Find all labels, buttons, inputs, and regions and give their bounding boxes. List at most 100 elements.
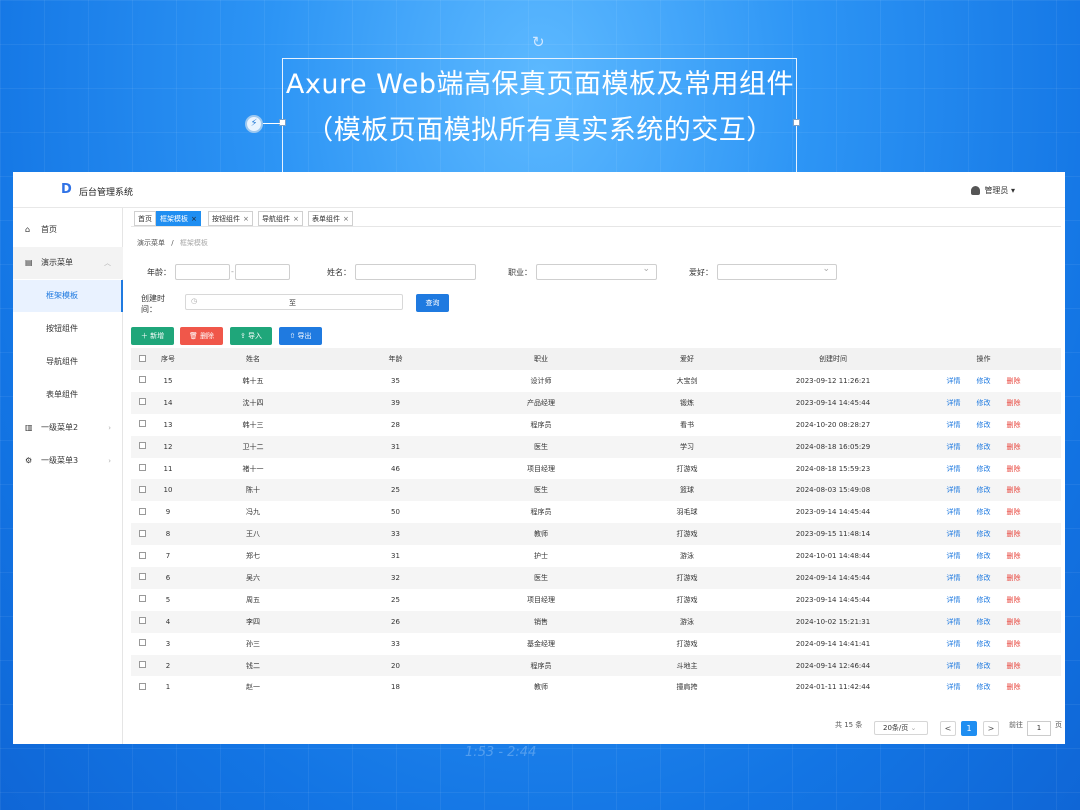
prev-page-button[interactable]: < [940, 721, 956, 736]
tab-form-components[interactable]: 表单组件 × [308, 211, 353, 226]
export-button[interactable]: ⇧ 导出 [279, 327, 322, 345]
tab-nav-components[interactable]: 导航组件 × [258, 211, 303, 226]
user-menu[interactable]: 管理员 ▾ [971, 185, 1015, 196]
delete-link[interactable]: 删除 [1007, 662, 1021, 670]
edit-link[interactable]: 修改 [977, 465, 991, 473]
resize-handle-right[interactable] [793, 119, 800, 126]
edit-link[interactable]: 修改 [977, 377, 991, 385]
delete-link[interactable]: 删除 [1007, 640, 1021, 648]
tab-home[interactable]: 首页 [134, 211, 156, 226]
close-icon[interactable]: × [191, 215, 197, 223]
detail-link[interactable]: 详情 [947, 508, 961, 516]
detail-link[interactable]: 详情 [947, 486, 961, 494]
query-button[interactable]: 查询 [416, 294, 449, 312]
delete-link[interactable]: 删除 [1007, 443, 1021, 451]
edit-link[interactable]: 修改 [977, 640, 991, 648]
sidebar-item-button-components[interactable]: 按钮组件 [13, 313, 123, 345]
row-checkbox[interactable] [138, 661, 146, 669]
age-max-input[interactable] [235, 264, 290, 280]
tab-framework-template[interactable]: 框架模板 × [156, 211, 201, 226]
row-checkbox[interactable] [138, 529, 146, 537]
age-min-input[interactable] [175, 264, 230, 280]
row-checkbox[interactable] [138, 617, 146, 625]
next-page-button[interactable]: > [983, 721, 999, 736]
edit-link[interactable]: 修改 [977, 552, 991, 560]
sidebar-item-home[interactable]: ⌂ 首页 [13, 214, 123, 246]
date-range-picker[interactable]: ◷ 至 [185, 294, 403, 310]
detail-link[interactable]: 详情 [947, 530, 961, 538]
page-1-button[interactable]: 1 [961, 721, 977, 736]
row-checkbox[interactable] [138, 376, 146, 384]
detail-link[interactable]: 详情 [947, 443, 961, 451]
edit-link[interactable]: 修改 [977, 399, 991, 407]
edit-link[interactable]: 修改 [977, 596, 991, 604]
interaction-bolt-icon[interactable]: ⚡ [245, 115, 263, 133]
select-all-checkbox[interactable] [138, 354, 146, 362]
detail-link[interactable]: 详情 [947, 596, 961, 604]
row-checkbox[interactable] [138, 573, 146, 581]
detail-link[interactable]: 详情 [947, 421, 961, 429]
edit-link[interactable]: 修改 [977, 421, 991, 429]
rotate-icon[interactable]: ↻ [532, 33, 545, 51]
row-checkbox[interactable] [138, 420, 146, 428]
hobby-select[interactable] [717, 264, 837, 280]
delete-link[interactable]: 删除 [1007, 530, 1021, 538]
delete-link[interactable]: 删除 [1007, 596, 1021, 604]
selection-box[interactable] [279, 58, 800, 190]
detail-link[interactable]: 详情 [947, 552, 961, 560]
close-icon[interactable]: × [293, 215, 299, 223]
row-checkbox[interactable] [138, 464, 146, 471]
edit-link[interactable]: 修改 [977, 618, 991, 626]
delete-link[interactable]: 删除 [1007, 421, 1021, 429]
goto-page-input[interactable]: 1 [1027, 721, 1051, 736]
detail-link[interactable]: 详情 [947, 618, 961, 626]
row-checkbox[interactable] [138, 682, 146, 690]
delete-link[interactable]: 删除 [1007, 552, 1021, 560]
delete-button[interactable]: 🗑 删除 [180, 327, 223, 345]
edit-link[interactable]: 修改 [977, 683, 991, 691]
delete-link[interactable]: 删除 [1007, 574, 1021, 582]
delete-link[interactable]: 删除 [1007, 377, 1021, 385]
sidebar-item-form-components[interactable]: 表单组件 [13, 379, 123, 411]
tab-button-components[interactable]: 按钮组件 × [208, 211, 253, 226]
delete-link[interactable]: 删除 [1007, 465, 1021, 473]
detail-link[interactable]: 详情 [947, 640, 961, 648]
add-button[interactable]: ＋ 新增 [131, 327, 174, 345]
detail-link[interactable]: 详情 [947, 377, 961, 385]
edit-link[interactable]: 修改 [977, 574, 991, 582]
import-button[interactable]: ⇪ 导入 [230, 327, 272, 345]
row-checkbox[interactable] [138, 485, 146, 493]
name-input[interactable] [355, 264, 476, 280]
job-select[interactable] [536, 264, 657, 280]
row-checkbox[interactable] [138, 551, 146, 559]
edit-link[interactable]: 修改 [977, 486, 991, 494]
delete-link[interactable]: 删除 [1007, 399, 1021, 407]
close-icon[interactable]: × [343, 215, 349, 223]
sidebar-item-framework-template[interactable]: 框架模板 [13, 280, 123, 312]
close-icon[interactable]: × [243, 215, 249, 223]
edit-link[interactable]: 修改 [977, 530, 991, 538]
row-checkbox[interactable] [138, 639, 146, 647]
sidebar-item-menu-2[interactable]: ▥ 一级菜单2 › [13, 412, 123, 444]
detail-link[interactable]: 详情 [947, 662, 961, 670]
edit-link[interactable]: 修改 [977, 508, 991, 516]
row-checkbox[interactable] [138, 507, 146, 515]
detail-link[interactable]: 详情 [947, 399, 961, 407]
delete-link[interactable]: 删除 [1007, 683, 1021, 691]
delete-link[interactable]: 删除 [1007, 508, 1021, 516]
sidebar-item-demo-menu[interactable]: ▤ 演示菜单 ︿ [13, 247, 123, 279]
page-size-select[interactable]: 20条/页 ⌄ [874, 721, 928, 735]
detail-link[interactable]: 详情 [947, 683, 961, 691]
delete-link[interactable]: 删除 [1007, 618, 1021, 626]
detail-link[interactable]: 详情 [947, 465, 961, 473]
edit-link[interactable]: 修改 [977, 662, 991, 670]
row-checkbox[interactable] [138, 595, 146, 603]
edit-link[interactable]: 修改 [977, 443, 991, 451]
row-checkbox[interactable] [138, 442, 146, 450]
sidebar-item-menu-3[interactable]: ⚙ 一级菜单3 › [13, 445, 123, 477]
cell-index: 2 [153, 654, 183, 677]
delete-link[interactable]: 删除 [1007, 486, 1021, 494]
detail-link[interactable]: 详情 [947, 574, 961, 582]
sidebar-item-nav-components[interactable]: 导航组件 [13, 346, 123, 378]
row-checkbox[interactable] [138, 398, 146, 406]
